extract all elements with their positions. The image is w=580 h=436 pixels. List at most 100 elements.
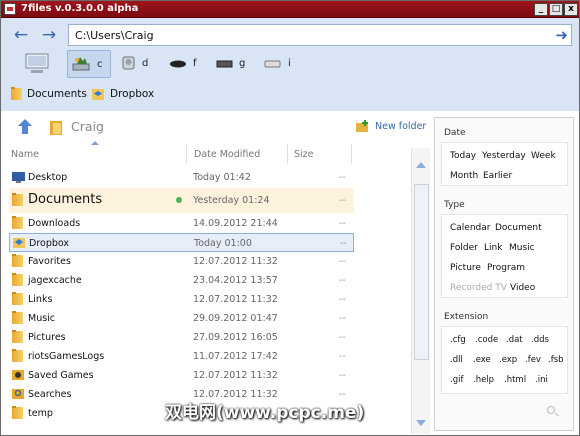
minimize-button[interactable]: _ [534, 3, 548, 16]
file-name: jagexcache [28, 275, 82, 286]
back-button[interactable]: ← [10, 27, 32, 44]
scroll-down-icon[interactable] [416, 420, 426, 426]
column-date[interactable]: Date Modified [194, 149, 260, 160]
filter-type-program[interactable]: Program [487, 263, 525, 273]
go-arrow-icon[interactable]: ➜ [555, 26, 568, 44]
filter-type-title: Type [444, 200, 465, 210]
filter-type-recorded-tv[interactable]: Recorded TV [450, 283, 507, 293]
file-date: 11.07.2012 17:42 [193, 351, 278, 362]
close-button[interactable]: x [564, 3, 578, 16]
scroll-up-icon[interactable] [416, 162, 426, 168]
filter-ext-fev[interactable]: .fev [525, 355, 541, 365]
filter-type-music[interactable]: Music [509, 243, 535, 253]
folder-icon [12, 216, 23, 229]
file-date: 23.04.2012 13:57 [193, 275, 278, 286]
filter-type-video[interactable]: Video [510, 283, 535, 293]
forward-button[interactable]: → [38, 27, 60, 44]
filter-type-calendar[interactable]: Calendar [450, 223, 490, 233]
up-folder-icon[interactable] [15, 117, 35, 137]
file-row[interactable]: Saved Games 12.07.2012 11:32 -- [9, 366, 354, 385]
favorite-dropbox[interactable]: Dropbox [92, 86, 162, 104]
file-date: 12.07.2012 11:32 [193, 256, 278, 267]
filter-extension-title: Extension [444, 312, 489, 322]
favorite-documents[interactable]: Documents [11, 86, 91, 104]
filter-date-yesterday[interactable]: Yesterday [482, 151, 526, 161]
file-date: Today 01:42 [193, 172, 251, 183]
drive-i-label: i [288, 58, 291, 69]
scroll-thumb[interactable] [414, 184, 429, 360]
file-row[interactable]: jagexcache 23.04.2012 13:57 -- [9, 271, 354, 290]
filter-ext-help[interactable]: .help [473, 375, 494, 385]
file-row[interactable]: Documents Yesterday 01:24 -- [9, 188, 354, 213]
file-row[interactable]: Dropbox Today 01:00 -- [9, 233, 354, 252]
filter-date-earlier[interactable]: Earlier [483, 171, 512, 181]
address-bar[interactable]: C:\Users\Craig ➜ [68, 24, 572, 46]
drive-f[interactable]: f [169, 50, 205, 78]
filter-ext-ini[interactable]: .ini [535, 375, 548, 385]
saved-games-icon [12, 370, 24, 380]
folder-icon [12, 349, 23, 362]
column-divider[interactable] [351, 144, 352, 164]
dropbox-folder-icon [13, 238, 25, 248]
new-folder-button[interactable]: New folder [375, 121, 426, 132]
file-row[interactable]: Music 29.09.2012 01:47 -- [9, 309, 354, 328]
filter-search-icon[interactable] [547, 406, 555, 414]
file-size: -- [339, 370, 346, 381]
breadcrumb: Craig New folder [1, 111, 431, 141]
app-icon [4, 3, 16, 15]
current-folder-label: Craig [71, 119, 104, 134]
drive-g[interactable]: g [216, 50, 252, 78]
filter-type-box: Calendar Document Folder Link Music Pict… [441, 214, 568, 298]
drive-d[interactable]: d [121, 50, 157, 78]
column-name[interactable]: Name [11, 149, 39, 160]
file-row[interactable]: Pictures 27.09.2012 16:05 -- [9, 328, 354, 347]
drive-i[interactable]: i [264, 50, 300, 78]
filter-type-document[interactable]: Document [495, 223, 542, 233]
toolbar-header: ← → C:\Users\Craig ➜ c d f g i Documents… [1, 18, 579, 111]
filter-ext-exp[interactable]: .exp [499, 355, 517, 365]
filter-type-link[interactable]: Link [484, 243, 502, 253]
drive-computer[interactable] [23, 50, 51, 78]
file-row[interactable]: riotsGamesLogs 11.07.2012 17:42 -- [9, 347, 354, 366]
column-size[interactable]: Size [294, 149, 314, 160]
filter-ext-fsb[interactable]: .fsb [548, 355, 564, 365]
column-divider[interactable] [186, 144, 187, 164]
folder-icon [12, 406, 23, 419]
vertical-scrollbar[interactable] [411, 148, 430, 434]
filter-ext-cfg[interactable]: .cfg [450, 335, 466, 345]
drive-c[interactable]: c [67, 50, 111, 78]
current-folder-icon [50, 121, 62, 135]
desktop-icon [12, 172, 25, 183]
folder-icon [12, 193, 23, 206]
filter-ext-html[interactable]: .html [504, 375, 526, 385]
file-size: -- [339, 313, 346, 324]
filter-type-folder[interactable]: Folder [450, 243, 478, 253]
file-row[interactable]: Desktop Today 01:42 -- [9, 168, 354, 187]
filter-ext-dat[interactable]: .dat [506, 335, 523, 345]
filter-date-month[interactable]: Month [450, 171, 478, 181]
filter-ext-exe[interactable]: .exe [473, 355, 491, 365]
filter-type-picture[interactable]: Picture [450, 263, 481, 273]
filter-date-title: Date [444, 128, 466, 138]
filter-date-week[interactable]: Week [531, 151, 556, 161]
maximize-button[interactable]: □ [549, 3, 563, 16]
column-divider[interactable] [287, 144, 288, 164]
new-folder-icon[interactable] [356, 120, 370, 132]
file-name: Pictures [28, 332, 66, 343]
file-name: Music [28, 313, 56, 324]
drive-i-icon [264, 60, 281, 68]
file-date: Yesterday 01:24 [193, 195, 270, 206]
file-row[interactable]: Links 12.07.2012 11:32 -- [9, 290, 354, 309]
file-row[interactable]: Favorites 12.07.2012 11:32 -- [9, 252, 354, 271]
file-row[interactable]: Downloads 14.09.2012 21:44 -- [9, 214, 354, 233]
address-path[interactable]: C:\Users\Craig [75, 29, 154, 42]
folder-icon [12, 311, 23, 324]
filter-ext-dll[interactable]: .dll [450, 355, 463, 365]
filter-ext-dds[interactable]: .dds [531, 335, 549, 345]
folder-icon [12, 330, 23, 343]
file-size: -- [339, 195, 346, 206]
file-date: 29.09.2012 01:47 [193, 313, 278, 324]
filter-ext-code[interactable]: .code [475, 335, 498, 345]
filter-ext-gif[interactable]: .gif [450, 375, 463, 385]
filter-date-today[interactable]: Today [450, 151, 476, 161]
